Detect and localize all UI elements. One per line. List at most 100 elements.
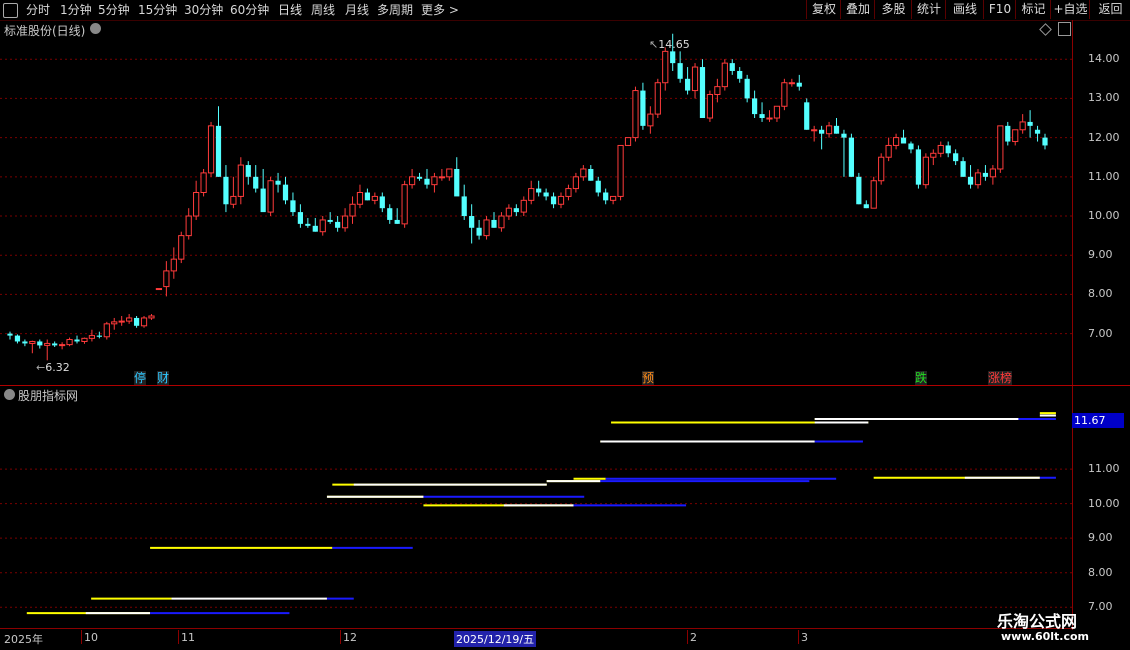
candle: [945, 141, 951, 158]
candle: [59, 342, 66, 350]
candle: [930, 149, 937, 166]
candle: [804, 98, 810, 130]
candle: [155, 288, 163, 291]
candle: [364, 188, 371, 201]
candle: [974, 168, 982, 189]
candle: [603, 188, 609, 205]
candle: [811, 125, 818, 142]
candle: [751, 90, 758, 119]
candle: [193, 180, 200, 220]
candle: [74, 335, 80, 344]
date-label-dec: 12: [343, 631, 357, 644]
panel-separator: [0, 385, 1130, 386]
period-tab-3[interactable]: 15分钟: [138, 2, 177, 18]
home-icon[interactable]: [3, 3, 18, 18]
period-tab-10[interactable]: 更多 >: [421, 2, 459, 18]
event-tag-drop[interactable]: 跌: [915, 371, 928, 385]
candle: [401, 180, 408, 228]
candle: [878, 153, 885, 185]
candle: [721, 59, 728, 91]
event-tag-halt[interactable]: 停: [134, 371, 147, 385]
candle: [126, 314, 133, 324]
collapse-indicator-icon[interactable]: [4, 389, 15, 400]
candle: [520, 196, 527, 217]
candle: [647, 106, 654, 134]
period-tab-7[interactable]: 周线: [311, 2, 335, 18]
toolbar-button-6[interactable]: 标记: [1015, 0, 1051, 19]
candle: [1019, 114, 1026, 134]
candle: [825, 121, 833, 138]
axis-divider: [1072, 20, 1073, 630]
toolbar-button-1[interactable]: 叠加: [840, 0, 875, 19]
toolbar-button-3[interactable]: 统计: [911, 0, 946, 19]
candle: [260, 168, 266, 213]
price-axis-label: 13.00: [1088, 91, 1120, 105]
period-tab-9[interactable]: 多周期: [377, 2, 413, 18]
candle: [446, 168, 453, 181]
event-tag-forecast[interactable]: 预: [642, 371, 655, 385]
candle: [148, 314, 155, 320]
indicator-chart[interactable]: [0, 400, 1072, 628]
candle: [833, 118, 840, 134]
high-price-label: ↖14.65: [649, 38, 690, 51]
candle: [469, 204, 475, 244]
candle: [230, 176, 237, 209]
candle: [617, 144, 624, 201]
period-tab-0[interactable]: 分时: [26, 2, 50, 18]
candle: [997, 125, 1004, 173]
candle: [892, 133, 900, 150]
indicator-axis-label: 7.00: [1088, 600, 1113, 614]
candle: [505, 204, 512, 220]
candle: [37, 339, 43, 349]
candle: [595, 176, 601, 197]
period-tab-1[interactable]: 1分钟: [60, 2, 92, 18]
candle: [819, 125, 825, 150]
candle: [885, 137, 892, 162]
candle: [483, 216, 490, 240]
candle: [856, 172, 862, 205]
candle: [640, 82, 646, 130]
period-tab-2[interactable]: 5分钟: [98, 2, 130, 18]
candle: [989, 165, 996, 185]
indicator-axis-label: 11.00: [1088, 462, 1120, 476]
candle: [550, 192, 557, 209]
toolbar-button-2[interactable]: 多股: [874, 0, 912, 19]
indicator-axis-label: 8.00: [1088, 565, 1113, 579]
candle: [341, 208, 349, 232]
event-tag-rise-list[interactable]: 涨榜: [988, 371, 1013, 385]
candle: [870, 176, 877, 209]
candle: [371, 192, 378, 205]
candle: [237, 157, 244, 205]
toolbar-button-4[interactable]: 画线: [945, 0, 984, 19]
watermark-title: 乐淘公式网: [997, 612, 1078, 631]
date-label-feb: 2: [690, 631, 697, 644]
candle: [513, 204, 519, 217]
event-tag-finance[interactable]: 财: [157, 371, 170, 385]
period-tab-8[interactable]: 月线: [345, 2, 369, 18]
period-tab-6[interactable]: 日线: [278, 2, 302, 18]
toolbar-button-5[interactable]: F10: [983, 0, 1016, 19]
indicator-axis-label: 9.00: [1088, 531, 1113, 545]
candle: [565, 184, 572, 201]
candle: [96, 331, 102, 339]
candle: [111, 317, 118, 330]
candlestick-chart[interactable]: [0, 20, 1072, 385]
toolbar-button-8[interactable]: 返回: [1089, 0, 1130, 19]
candle: [356, 184, 364, 209]
toolbar-button-0[interactable]: 复权: [806, 0, 841, 19]
candle: [267, 176, 274, 217]
toolbar-button-7[interactable]: +自选: [1050, 0, 1090, 19]
candle: [654, 78, 661, 119]
candle: [937, 141, 944, 158]
period-tab-5[interactable]: 60分钟: [230, 2, 269, 18]
tick: [340, 630, 341, 644]
candle: [14, 334, 21, 344]
candle: [52, 341, 58, 347]
candle: [528, 180, 535, 205]
candle: [275, 172, 281, 193]
candle: [684, 67, 691, 95]
candle: [1042, 133, 1048, 150]
period-tab-4[interactable]: 30分钟: [184, 2, 223, 18]
candle: [253, 165, 259, 193]
candle: [498, 212, 505, 232]
